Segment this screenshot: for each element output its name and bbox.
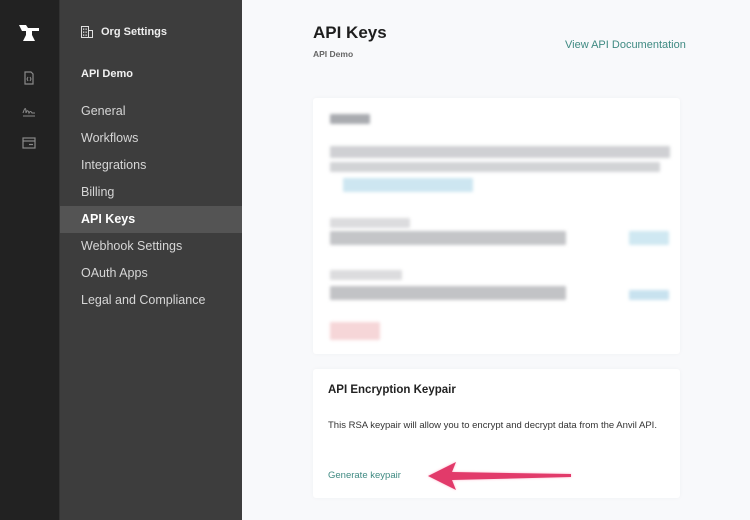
sidebar-item-oauth-apps[interactable]: OAuth Apps	[60, 260, 243, 287]
redacted-action-block	[629, 290, 669, 300]
redacted-block	[330, 218, 410, 228]
view-api-docs-link[interactable]: View API Documentation	[565, 39, 686, 51]
anvil-logo-icon[interactable]	[19, 25, 39, 41]
sidebar-item-legal-compliance[interactable]: Legal and Compliance	[60, 287, 243, 314]
org-settings-label: Org Settings	[101, 26, 168, 38]
sidebar-item-billing[interactable]: Billing	[60, 179, 243, 206]
sidebar-item-webhook-settings[interactable]: Webhook Settings	[60, 233, 243, 260]
encryption-card-description: This RSA keypair will allow you to encry…	[328, 420, 657, 431]
redacted-block	[330, 286, 566, 300]
icon-rail	[0, 0, 59, 520]
annotation-arrow-icon	[428, 462, 571, 490]
redacted-block	[330, 162, 660, 172]
sidebar-item-general[interactable]: General	[60, 98, 243, 125]
browser-window-icon[interactable]	[22, 136, 36, 150]
settings-nav: General Workflows Integrations Billing A…	[60, 98, 243, 314]
redacted-link-block	[343, 178, 473, 192]
page-subtitle: API Demo	[313, 49, 354, 59]
redacted-block	[330, 270, 402, 280]
redacted-danger-block	[330, 322, 380, 340]
redacted-block	[330, 114, 370, 124]
sidebar-item-api-keys[interactable]: API Keys	[60, 206, 243, 233]
main-content: API Keys API Demo View API Documentation…	[242, 0, 750, 520]
document-code-icon[interactable]	[22, 71, 36, 85]
redacted-block	[330, 231, 566, 245]
redacted-block	[330, 146, 670, 158]
org-name: API Demo	[81, 68, 133, 80]
signature-icon[interactable]	[22, 104, 36, 118]
org-settings-heading: Org Settings	[81, 26, 167, 38]
api-keys-card-redacted	[313, 98, 680, 354]
redacted-action-block	[629, 231, 669, 245]
generate-keypair-link[interactable]: Generate keypair	[328, 470, 401, 481]
page-title: API Keys	[313, 23, 387, 42]
sidebar-item-integrations[interactable]: Integrations	[60, 152, 243, 179]
settings-sidebar: Org Settings API Demo General Workflows …	[59, 0, 243, 520]
building-icon	[81, 26, 93, 38]
sidebar-item-workflows[interactable]: Workflows	[60, 125, 243, 152]
encryption-card-title: API Encryption Keypair	[328, 384, 456, 396]
